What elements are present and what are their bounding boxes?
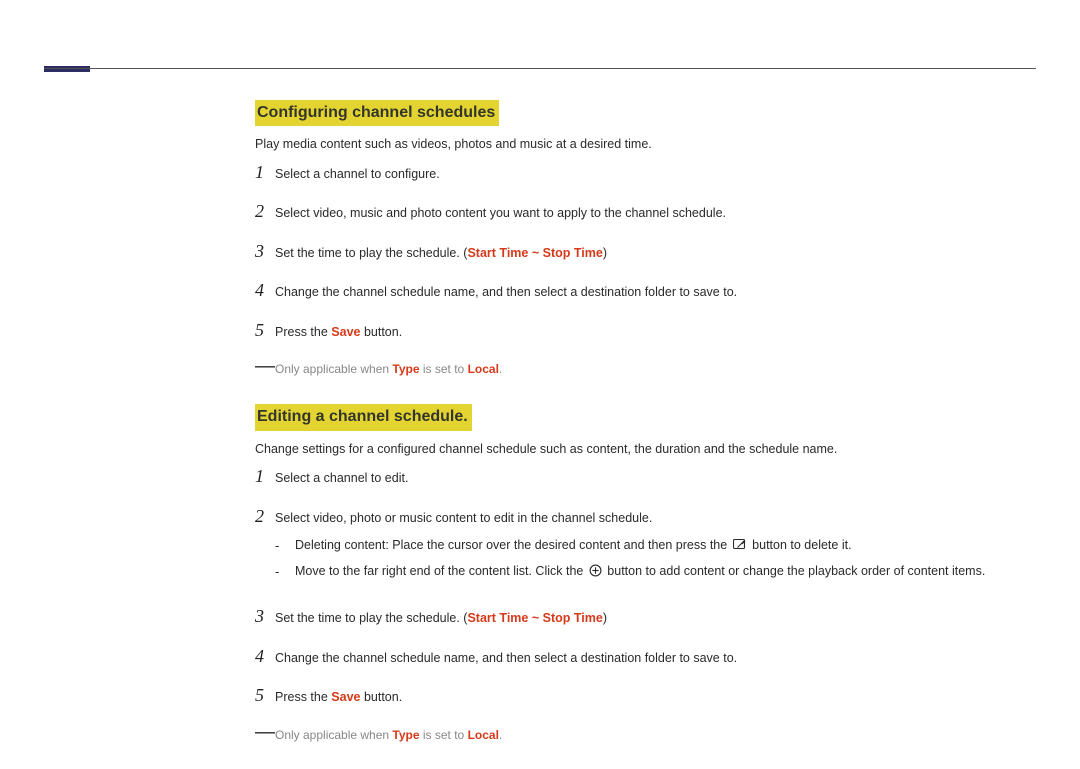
step-number: 2: [255, 202, 275, 220]
note-type: Type: [392, 728, 419, 742]
sub2-prefix: Move to the far right end of the content…: [295, 564, 587, 578]
edit-step-3-suffix: ): [603, 611, 607, 625]
note-suffix: .: [499, 728, 502, 742]
note-body: Only applicable when Type is set to Loca…: [275, 361, 502, 378]
step-3-prefix: Set the time to play the schedule. (: [275, 246, 467, 260]
step-text: Press the Save button.: [275, 687, 1036, 707]
steps-editing: 1 Select a channel to edit. 2 Select vid…: [255, 468, 1036, 707]
sub1-suffix: button to delete it.: [749, 538, 852, 552]
sub-body: Move to the far right end of the content…: [295, 563, 1036, 583]
step-4: 4 Change the channel schedule name, and …: [255, 282, 1036, 302]
note-configuring: ― Only applicable when Type is set to Lo…: [255, 361, 1036, 378]
steps-configuring: 1 Select a channel to configure. 2 Selec…: [255, 164, 1036, 342]
heading-configuring: Configuring channel schedules: [255, 100, 499, 126]
step-3-suffix: ): [603, 246, 607, 260]
step-text: Select a channel to edit.: [275, 468, 1036, 488]
sub2-suffix: button to add content or change the play…: [604, 564, 986, 578]
note-dash: ―: [255, 360, 275, 372]
step-3-range: Start Time ~ Stop Time: [467, 246, 602, 260]
step-number: 3: [255, 242, 275, 260]
step-text: Select video, photo or music content to …: [275, 508, 1036, 589]
note-prefix: Only applicable when: [275, 728, 392, 742]
step-number: 2: [255, 507, 275, 525]
edit-step-5-save: Save: [331, 690, 360, 704]
sub-item-delete: - Deleting content: Place the cursor ove…: [275, 537, 1036, 557]
step-text: Change the channel schedule name, and th…: [275, 648, 1036, 668]
step-number: 1: [255, 467, 275, 485]
step-2: 2 Select video, music and photo content …: [255, 203, 1036, 223]
edit-step-1: 1 Select a channel to edit.: [255, 468, 1036, 488]
step-text: Set the time to play the schedule. (Star…: [275, 608, 1036, 628]
step-number: 1: [255, 163, 275, 181]
step-1: 1 Select a channel to configure.: [255, 164, 1036, 184]
content-area: Configuring channel schedules Play media…: [255, 100, 1036, 769]
sub-item-add: - Move to the far right end of the conte…: [275, 563, 1036, 583]
note-suffix: .: [499, 362, 502, 376]
note-type: Type: [392, 362, 419, 376]
edit-step-3: 3 Set the time to play the schedule. (St…: [255, 608, 1036, 628]
intro-editing: Change settings for a configured channel…: [255, 441, 1036, 459]
sub1-prefix: Deleting content: Place the cursor over …: [295, 538, 731, 552]
step-5-save: Save: [331, 325, 360, 339]
edit-step-3-prefix: Set the time to play the schedule. (: [275, 611, 467, 625]
intro-configuring: Play media content such as videos, photo…: [255, 136, 1036, 154]
step-text: Select a channel to configure.: [275, 164, 1036, 184]
edit-step-2-text: Select video, photo or music content to …: [275, 511, 652, 525]
delete-note-icon: [733, 539, 747, 557]
header-accent-bar: [44, 66, 90, 72]
step-number: 5: [255, 321, 275, 339]
note-local: Local: [468, 728, 499, 742]
note-local: Local: [468, 362, 499, 376]
step-text: Select video, music and photo content yo…: [275, 203, 1036, 223]
step-5: 5 Press the Save button.: [255, 322, 1036, 342]
step-5-suffix: button.: [360, 325, 402, 339]
heading-editing: Editing a channel schedule.: [255, 404, 472, 430]
sub-body: Deleting content: Place the cursor over …: [295, 537, 1036, 557]
edit-step-5-prefix: Press the: [275, 690, 331, 704]
step-text: Set the time to play the schedule. (Star…: [275, 243, 1036, 263]
note-prefix: Only applicable when: [275, 362, 392, 376]
step-5-prefix: Press the: [275, 325, 331, 339]
edit-step-5: 5 Press the Save button.: [255, 687, 1036, 707]
bullet-dash: -: [275, 537, 295, 557]
edit-step-3-range: Start Time ~ Stop Time: [467, 611, 602, 625]
note-body: Only applicable when Type is set to Loca…: [275, 727, 502, 744]
step-number: 4: [255, 647, 275, 665]
note-editing: ― Only applicable when Type is set to Lo…: [255, 727, 1036, 744]
step-3: 3 Set the time to play the schedule. (St…: [255, 243, 1036, 263]
step-number: 4: [255, 281, 275, 299]
edit-step-2-sublist: - Deleting content: Place the cursor ove…: [275, 537, 1036, 582]
edit-step-5-suffix: button.: [360, 690, 402, 704]
header-rule: [44, 68, 1036, 69]
edit-step-4: 4 Change the channel schedule name, and …: [255, 648, 1036, 668]
plus-circle-icon: [589, 564, 602, 583]
note-dash: ―: [255, 726, 275, 738]
page-root: Configuring channel schedules Play media…: [0, 0, 1080, 763]
step-number: 3: [255, 607, 275, 625]
note-middle: is set to: [420, 728, 468, 742]
edit-step-2: 2 Select video, photo or music content t…: [255, 508, 1036, 589]
bullet-dash: -: [275, 563, 295, 583]
step-number: 5: [255, 686, 275, 704]
step-text: Press the Save button.: [275, 322, 1036, 342]
step-text: Change the channel schedule name, and th…: [275, 282, 1036, 302]
note-middle: is set to: [420, 362, 468, 376]
